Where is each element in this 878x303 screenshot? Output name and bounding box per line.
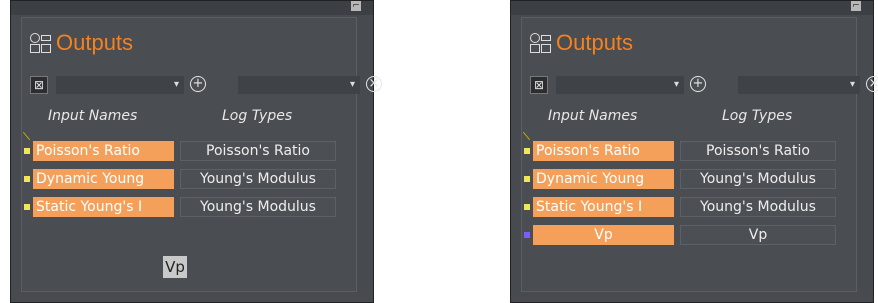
panel-title: Outputs [556,30,634,55]
table-row[interactable]: Dynamic Young Young's Modulus [24,169,354,189]
outputs-panel-left: ⌐ Outputs ⊠ ▾ + ▾ × Input Names Log Type… [10,0,382,303]
header-log-types: Log Types [222,108,293,124]
outputs-icon [30,33,51,53]
row-marker [524,232,530,238]
row-marker [24,148,30,154]
input-name-cell[interactable]: Static Young's I [533,197,674,217]
input-name-cell[interactable]: Dynamic Young [33,169,174,189]
table-row[interactable]: Poisson's Ratio Poisson's Ratio [524,141,854,161]
stat-icon[interactable]: ⊠ [530,76,548,94]
remove-icon[interactable]: × [366,76,382,92]
log-type-cell[interactable]: Young's Modulus [180,197,336,217]
input-name-cell[interactable]: Poisson's Ratio [533,141,674,161]
dragged-vp-chip[interactable]: Vp [163,256,187,278]
input-name-cell[interactable]: Vp [533,225,674,245]
log-type-cell[interactable]: Poisson's Ratio [680,141,836,161]
add-icon[interactable]: + [190,76,206,92]
panel-topbar [11,1,373,15]
log-type-cell[interactable]: Young's Modulus [680,197,836,217]
row-marker [524,148,530,154]
header-log-types: Log Types [722,108,793,124]
input-dropdown[interactable]: ▾ [556,76,684,94]
table-row[interactable]: Vp Vp [524,225,854,245]
outputs-frame: Outputs ⊠ ▾ + ▾ × Input Names Log Types … [21,17,382,292]
log-dropdown[interactable]: ▾ [238,76,360,94]
outputs-panel-right: ⌐ Outputs ⊠ ▾ + ▾ × Input Names Log Type… [510,0,878,303]
panel-title-row: Outputs [530,28,633,58]
input-name-cell[interactable]: Static Young's I [33,197,174,217]
row-marker [524,204,530,210]
header-input-names: Input Names [548,108,638,124]
controls-row: ⊠ ▾ + ▾ × [530,75,878,95]
table-row[interactable]: Static Young's I Young's Modulus [524,197,854,217]
row-marker [24,176,30,182]
panel-title-row: Outputs [30,28,133,58]
link-line [522,131,531,141]
link-line [22,131,31,141]
table-row[interactable]: Dynamic Young Young's Modulus [524,169,854,189]
outputs-icon [530,33,551,53]
table-row[interactable]: Poisson's Ratio Poisson's Ratio [24,141,354,161]
row-marker [524,176,530,182]
log-dropdown[interactable]: ▾ [738,76,860,94]
outputs-frame: Outputs ⊠ ▾ + ▾ × Input Names Log Types … [521,17,878,292]
row-marker [24,204,30,210]
column-headers: Input Names Log Types [522,108,860,132]
stat-icon[interactable]: ⊠ [30,76,48,94]
column-headers: Input Names Log Types [22,108,360,132]
corner-resize-icon[interactable]: ⌐ [851,1,861,11]
log-type-cell[interactable]: Young's Modulus [180,169,336,189]
log-type-cell[interactable]: Vp [680,225,836,245]
controls-row: ⊠ ▾ + ▾ × [30,75,382,95]
panel-title: Outputs [56,30,134,55]
input-dropdown[interactable]: ▾ [56,76,184,94]
log-type-cell[interactable]: Poisson's Ratio [180,141,336,161]
log-type-cell[interactable]: Young's Modulus [680,169,836,189]
corner-resize-icon[interactable]: ⌐ [351,1,361,11]
input-name-cell[interactable]: Dynamic Young [533,169,674,189]
add-icon[interactable]: + [690,76,706,92]
table-row[interactable]: Static Young's I Young's Modulus [24,197,354,217]
remove-icon[interactable]: × [866,76,878,92]
header-input-names: Input Names [48,108,138,124]
input-name-cell[interactable]: Poisson's Ratio [33,141,174,161]
panel-topbar [511,1,873,15]
